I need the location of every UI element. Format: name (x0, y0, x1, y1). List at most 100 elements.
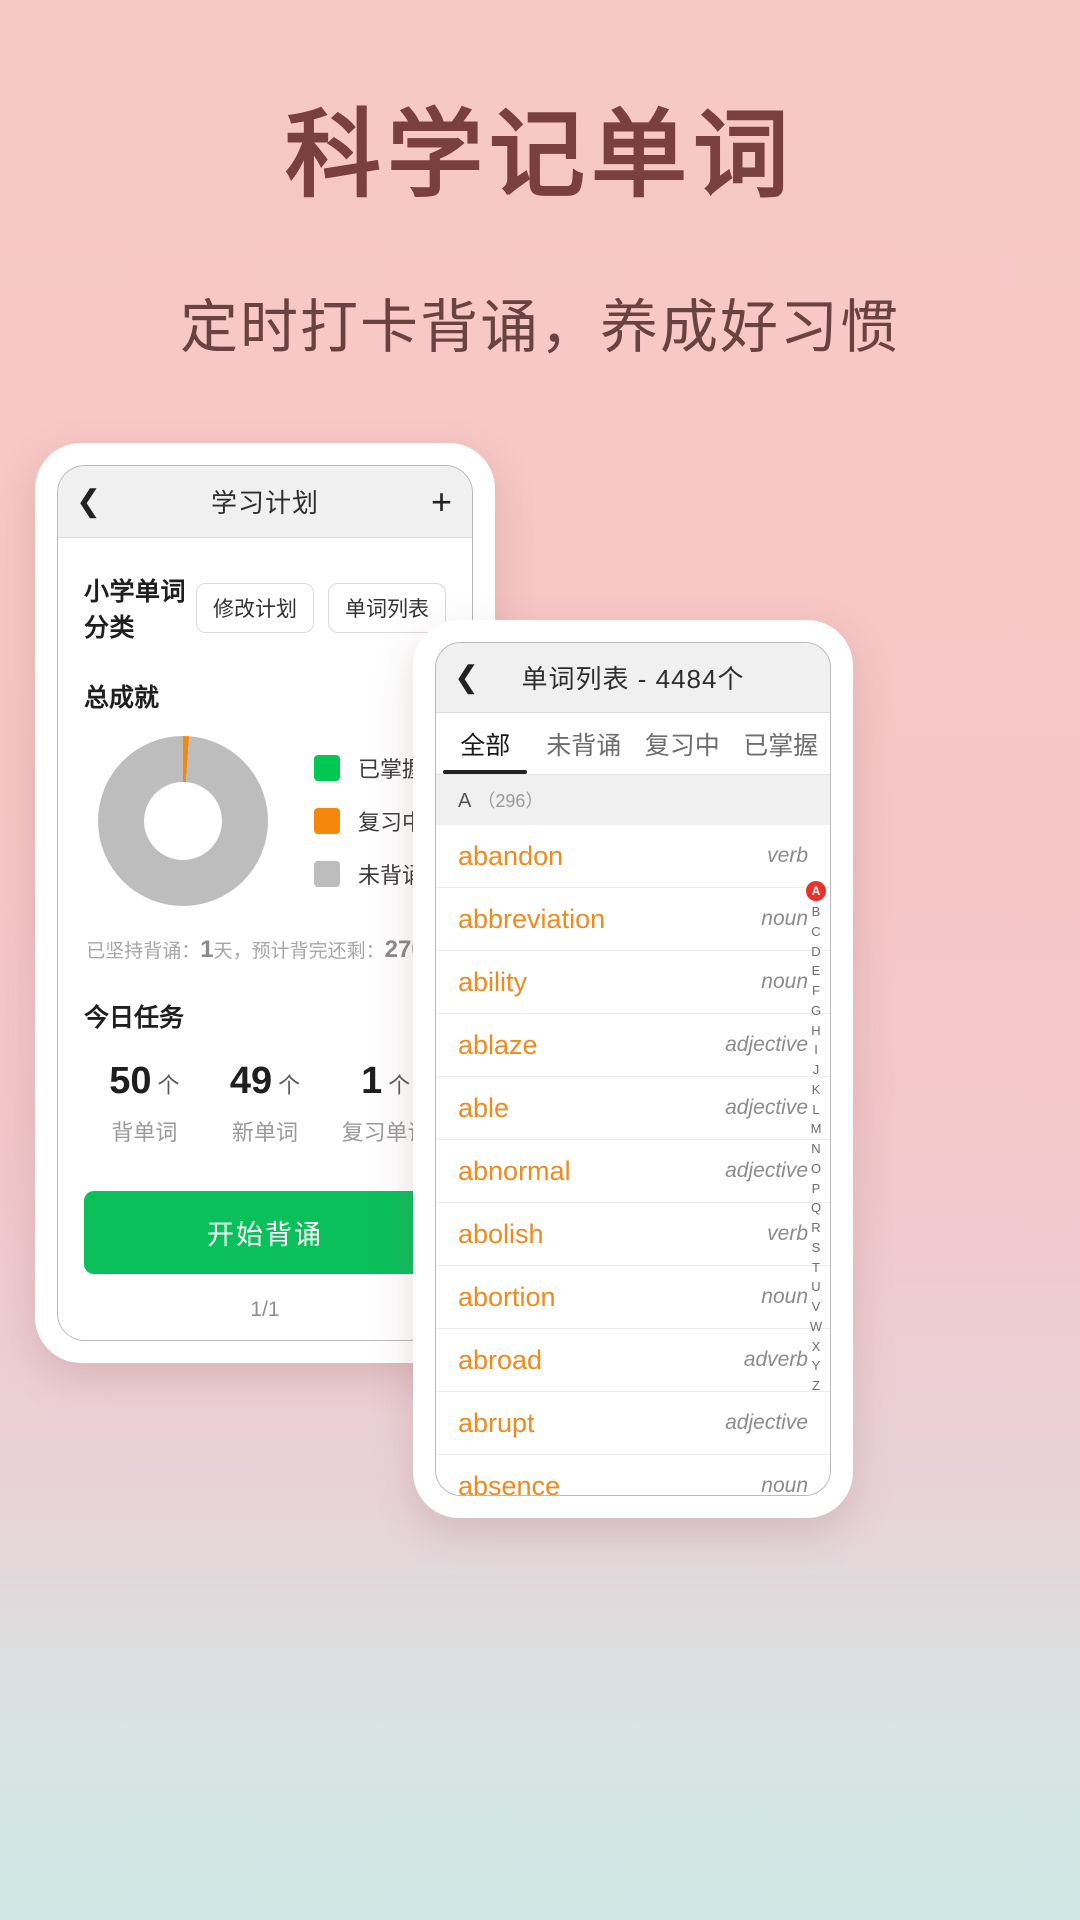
page-indicator: 1/1 (250, 1298, 280, 1321)
alphabet-index-letter[interactable]: C (811, 922, 820, 942)
alphabet-index-letter[interactable]: M (811, 1119, 822, 1139)
plan-name: 小学单词分类 (84, 578, 187, 642)
alphabet-index-letter[interactable]: X (812, 1337, 821, 1357)
achievement-donut-chart (98, 736, 268, 906)
alphabet-index-letter[interactable]: S (812, 1238, 821, 1258)
tab-mastered[interactable]: 已掌握 (732, 713, 831, 774)
legend-swatch-unlearned (314, 861, 340, 887)
alphabet-index-letter[interactable]: D (811, 942, 820, 962)
alphabet-index-letter[interactable]: L (812, 1100, 819, 1120)
alphabet-index-letter[interactable]: K (812, 1080, 821, 1100)
today-section-title: 今日任务 (84, 1004, 185, 1032)
hero-section: 科学记单词 定时打卡背诵，养成好习惯 (0, 0, 1080, 364)
alphabet-index-letter[interactable]: V (812, 1297, 821, 1317)
task-unit-1: 个 (278, 1073, 301, 1098)
phone2-navbar: ❮ 单词列表 - 4484个 (436, 643, 830, 713)
word-part-of-speech: noun (761, 970, 808, 993)
alphabet-index-letter[interactable]: W (810, 1317, 822, 1337)
page-title: 科学记单词 (285, 98, 795, 211)
task-number-0: 50 个 (109, 1060, 180, 1102)
task-item: 49 个 新单词 (205, 1060, 326, 1147)
word-text: abandon (458, 840, 564, 871)
word-list-button[interactable]: 单词列表 (328, 583, 446, 633)
task-unit-2: 个 (388, 1073, 411, 1098)
chevron-left-icon[interactable]: ❮ (454, 662, 479, 693)
word-list-tabs: 全部 未背诵 复习中 已掌握 (436, 713, 830, 775)
word-list-container[interactable]: A （296） abandon verb abbreviation noun abilit… (436, 775, 830, 1495)
chevron-left-icon[interactable]: ❮ (76, 486, 101, 517)
alphabet-index-selected[interactable]: A (806, 881, 826, 901)
alphabet-index-letter[interactable]: E (812, 961, 821, 981)
word-part-of-speech: adjective (725, 1159, 808, 1182)
word-rows: abandon verb abbreviation noun ability noun ab… (436, 825, 830, 1495)
word-part-of-speech: noun (761, 907, 808, 930)
edit-plan-button[interactable]: 修改计划 (196, 583, 314, 633)
word-text: abrupt (458, 1407, 535, 1438)
word-row[interactable]: abnormal adjective (436, 1140, 830, 1203)
word-text: absence (458, 1470, 561, 1496)
tab-reviewing[interactable]: 复习中 (633, 713, 732, 774)
word-row[interactable]: ability noun (436, 951, 830, 1014)
page-subtitle: 定时打卡背诵，养成好习惯 (179, 295, 900, 361)
word-part-of-speech: noun (761, 1285, 808, 1308)
word-row[interactable]: able adjective (436, 1077, 830, 1140)
phone1-title: 学习计划 (210, 488, 319, 518)
word-part-of-speech: adjective (725, 1096, 808, 1119)
alphabet-index-letter[interactable]: R (811, 1218, 820, 1238)
alphabet-index-letter[interactable]: U (811, 1277, 820, 1297)
word-row[interactable]: abbreviation noun (436, 888, 830, 951)
alphabet-index-letter[interactable]: F (812, 981, 820, 1001)
word-text: able (458, 1092, 510, 1123)
word-part-of-speech: adjective (725, 1033, 808, 1056)
word-text: abbreviation (458, 903, 606, 934)
alphabet-index-letter[interactable]: O (811, 1159, 821, 1179)
alphabet-index-letter[interactable]: Y (812, 1356, 821, 1376)
alphabet-index[interactable]: ABCDEFGHIJKLMNOPQRSTUVWXYZ (806, 881, 826, 1396)
tab-unlearned[interactable]: 未背诵 (535, 713, 634, 774)
phone-mockup-word-list: ❮ 单词列表 - 4484个 全部 未背诵 复习中 已掌握 A （296） aba… (413, 620, 853, 1518)
alphabet-index-letter[interactable]: P (812, 1179, 821, 1199)
alphabet-index-letter[interactable]: J (813, 1060, 820, 1080)
plan-header-row: 小学单词分类 修改计划 单词列表 (84, 572, 446, 644)
task-unit-0: 个 (157, 1073, 180, 1098)
word-row[interactable]: abandon verb (436, 825, 830, 888)
task-label-1: 新单词 (232, 1120, 299, 1145)
word-text: abortion (458, 1281, 556, 1312)
alphabet-index-letter[interactable]: Z (812, 1376, 820, 1396)
tab-all[interactable]: 全部 (436, 713, 535, 774)
alphabet-index-letter[interactable]: T (812, 1258, 820, 1278)
achievement-section-title: 总成就 (84, 684, 160, 712)
alphabet-index-letter[interactable]: I (814, 1040, 818, 1060)
phone1-navbar: ❮ 学习计划 + (58, 466, 472, 538)
task-item: 50 个 背单词 (84, 1060, 205, 1147)
task-label-0: 背单词 (111, 1120, 178, 1145)
word-row[interactable]: abortion noun (436, 1266, 830, 1329)
alphabet-index-letter[interactable]: H (811, 1021, 820, 1041)
word-row[interactable]: abrupt adjective (436, 1392, 830, 1455)
word-part-of-speech: verb (767, 1222, 808, 1245)
task-number-1: 49 个 (229, 1060, 301, 1102)
word-text: abroad (458, 1344, 543, 1375)
alphabet-index-letter[interactable]: G (811, 1001, 821, 1021)
word-row[interactable]: ablaze adjective (436, 1014, 830, 1077)
alphabet-index-letter[interactable]: N (811, 1139, 820, 1159)
phone1-content: 小学单词分类 修改计划 单词列表 总成就 已掌握： 0 (58, 538, 472, 1340)
alphabet-index-letter[interactable]: Q (811, 1198, 821, 1218)
phone2-screen: ❮ 单词列表 - 4484个 全部 未背诵 复习中 已掌握 A （296） aba… (435, 642, 831, 1496)
word-part-of-speech: noun (761, 1474, 808, 1495)
start-recite-button[interactable]: 开始背诵 (84, 1191, 446, 1274)
word-row[interactable]: absence noun (436, 1455, 830, 1496)
section-letter: A (458, 790, 472, 812)
legend-swatch-reviewing (314, 808, 340, 834)
alphabet-index-letter[interactable]: B (812, 902, 821, 922)
word-row[interactable]: abolish verb (436, 1203, 830, 1266)
word-text: ability (458, 966, 528, 997)
word-row[interactable]: abroad adverb (436, 1329, 830, 1392)
word-text: ablaze (458, 1029, 538, 1060)
streak-status-text: 已坚持背诵：1天，预计背完还剩：270天 (84, 936, 446, 964)
achievement-row: 已掌握： 0 复习中： 50 未背诵： 4434 (84, 736, 472, 906)
section-count: （296） (477, 791, 544, 811)
plus-icon[interactable]: + (431, 483, 452, 520)
phone1-screen: ❮ 学习计划 + 小学单词分类 修改计划 单词列表 总成就 已掌握： 复习中： … (57, 465, 473, 1341)
remain-prefix: 预计背完还剩： (251, 941, 385, 962)
